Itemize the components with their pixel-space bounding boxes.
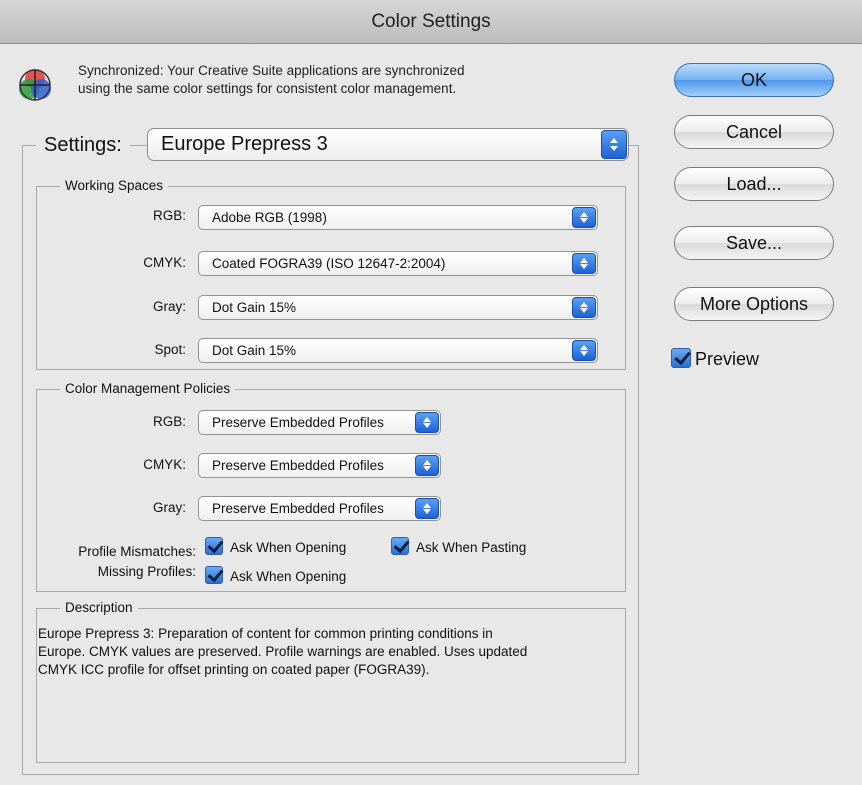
color-wheel-icon xyxy=(19,69,51,101)
ws-cmyk-value: Coated FOGRA39 (ISO 12647-2:2004) xyxy=(212,256,446,271)
select-arrows-icon xyxy=(572,340,596,361)
select-arrows-icon xyxy=(601,130,627,159)
policy-gray-label: Gray: xyxy=(152,500,186,515)
preview-label: Preview xyxy=(695,349,760,369)
policy-cmyk-select[interactable]: Preserve Embedded Profiles xyxy=(198,453,441,478)
policy-rgb-label: RGB: xyxy=(152,414,186,429)
description-line: CMYK ICC profile for offset printing on … xyxy=(38,662,430,677)
preview-checkbox[interactable]: Preview xyxy=(671,346,759,372)
policy-rgb-select[interactable]: Preserve Embedded Profiles xyxy=(198,410,441,435)
ws-cmyk-select[interactable]: Coated FOGRA39 (ISO 12647-2:2004) xyxy=(198,251,598,276)
ok-button[interactable]: OK xyxy=(674,63,834,97)
settings-label: Settings: xyxy=(36,128,130,162)
sync-message-line: using the same color settings for consis… xyxy=(78,81,457,96)
ws-rgb-select[interactable]: Adobe RGB (1998) xyxy=(198,205,598,230)
save-button[interactable]: Save... xyxy=(674,226,834,260)
ws-gray-value: Dot Gain 15% xyxy=(212,300,297,315)
mismatch-ask-pasting-checkbox[interactable]: Ask When Pasting xyxy=(391,537,526,558)
select-arrows-icon xyxy=(572,297,596,318)
cancel-button[interactable]: Cancel xyxy=(674,115,834,149)
checkmark-icon xyxy=(205,566,223,584)
mismatch-ask-pasting-label: Ask When Pasting xyxy=(416,540,527,555)
select-arrows-icon xyxy=(572,253,596,274)
description-title: Description xyxy=(60,600,138,616)
policies-title: Color Management Policies xyxy=(60,381,236,397)
policy-gray-select[interactable]: Preserve Embedded Profiles xyxy=(198,496,441,521)
policy-rgb-value: Preserve Embedded Profiles xyxy=(212,415,384,430)
ws-rgb-label: RGB: xyxy=(152,208,186,223)
ws-spot-select[interactable]: Dot Gain 15% xyxy=(198,338,598,363)
missing-ask-opening-label: Ask When Opening xyxy=(230,569,347,584)
ws-spot-label: Spot: xyxy=(154,342,186,357)
missing-profiles-label: Missing Profiles: xyxy=(97,564,196,579)
settings-select[interactable]: Europe Prepress 3 xyxy=(147,128,629,161)
settings-select-value: Europe Prepress 3 xyxy=(161,133,328,155)
sync-message-line: Synchronized: Your Creative Suite applic… xyxy=(78,63,465,78)
checkmark-icon xyxy=(205,537,223,555)
policy-cmyk-value: Preserve Embedded Profiles xyxy=(212,458,384,473)
description-text: Europe Prepress 3: Preparation of conten… xyxy=(38,625,628,679)
policy-gray-value: Preserve Embedded Profiles xyxy=(212,501,384,516)
ws-gray-label: Gray: xyxy=(152,299,186,314)
checkmark-icon xyxy=(391,537,409,555)
policy-cmyk-label: CMYK: xyxy=(143,457,186,472)
window-title: Color Settings xyxy=(0,0,862,44)
working-spaces-title: Working Spaces xyxy=(60,178,169,194)
missing-ask-opening-checkbox[interactable]: Ask When Opening xyxy=(205,566,346,587)
select-arrows-icon xyxy=(415,455,439,476)
more-options-button[interactable]: More Options xyxy=(674,287,834,321)
profile-mismatches-label: Profile Mismatches: xyxy=(78,544,196,559)
sync-message: Synchronized: Your Creative Suite applic… xyxy=(78,62,558,98)
ws-gray-select[interactable]: Dot Gain 15% xyxy=(198,295,598,320)
select-arrows-icon xyxy=(415,412,439,433)
select-arrows-icon xyxy=(572,207,596,228)
ws-rgb-value: Adobe RGB (1998) xyxy=(212,210,327,225)
select-arrows-icon xyxy=(415,498,439,519)
mismatch-ask-opening-label: Ask When Opening xyxy=(230,540,347,555)
checkmark-icon xyxy=(671,348,691,368)
load-button[interactable]: Load... xyxy=(674,167,834,201)
mismatch-ask-opening-checkbox[interactable]: Ask When Opening xyxy=(205,537,346,558)
description-line: Europe. CMYK values are preserved. Profi… xyxy=(38,644,528,659)
ws-cmyk-label: CMYK: xyxy=(143,255,186,270)
description-line: Europe Prepress 3: Preparation of conten… xyxy=(38,626,493,641)
ws-spot-value: Dot Gain 15% xyxy=(212,343,297,358)
